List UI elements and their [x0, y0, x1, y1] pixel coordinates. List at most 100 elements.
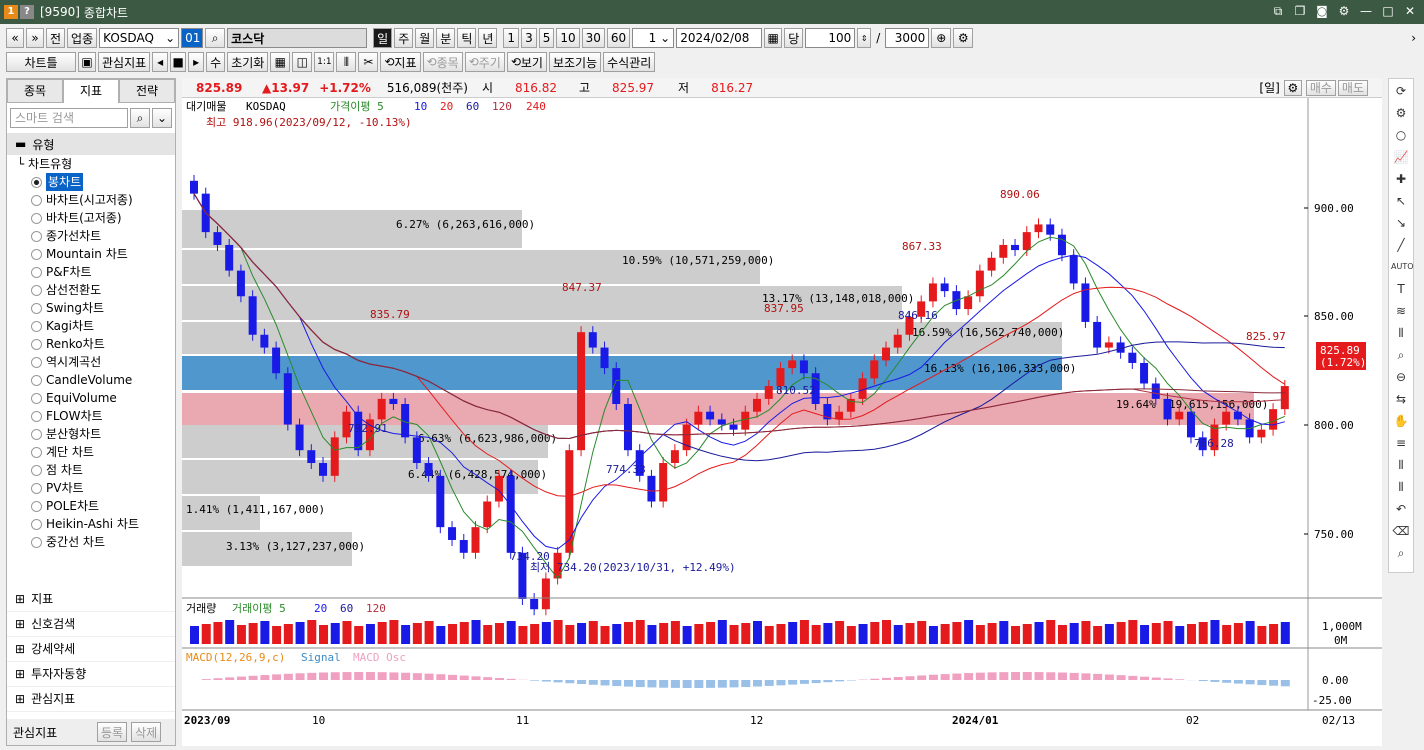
chart-type-item[interactable]: 종가선차트 — [7, 227, 175, 245]
market-select[interactable]: KOSDAQ ⌄ — [99, 28, 180, 48]
period-tick[interactable]: 틱 — [457, 28, 477, 48]
num-3[interactable]: 3 — [521, 28, 537, 48]
chart-type-item[interactable]: P&F차트 — [7, 263, 175, 281]
gear-icon[interactable]: ⚙ — [1391, 103, 1411, 123]
unit-field[interactable]: 1 ⌄ — [632, 28, 675, 48]
chart-type-item[interactable]: 바차트(시고저종) — [7, 191, 175, 209]
layout-icon[interactable]: ◫ — [292, 52, 313, 72]
link-icon[interactable]: ⧉ — [1270, 3, 1286, 19]
chart-type-item[interactable]: Renko차트 — [7, 335, 175, 353]
jongmok-button[interactable]: ⟲ 종목 — [422, 52, 463, 72]
view-button[interactable]: ⟲ 보기 — [506, 52, 547, 72]
chart-type-item[interactable]: EquiVolume — [7, 389, 175, 407]
copy-icon[interactable]: ❐ — [1292, 3, 1308, 19]
chart-type-item[interactable]: 바차트(고저종) — [7, 209, 175, 227]
chart-type-item[interactable]: CandleVolume — [7, 371, 175, 389]
zoom-out-icon[interactable]: ⊖ — [1391, 367, 1411, 387]
line-icon[interactable]: ╱ — [1391, 235, 1411, 255]
indicator-button[interactable]: ⟲ 지표 — [380, 52, 421, 72]
sell-button[interactable]: 매도 — [1337, 79, 1368, 96]
chart-type-item[interactable]: 분산형차트 — [7, 425, 175, 443]
candle-icon[interactable]: ⫴ — [1391, 323, 1411, 343]
upjong-button[interactable]: 업종 — [67, 28, 98, 48]
chart-type-item[interactable]: PV차트 — [7, 479, 175, 497]
chart-frame-button[interactable]: 차트틀 — [6, 52, 76, 72]
fib-icon[interactable]: ≋ — [1391, 301, 1411, 321]
tree-subgroup[interactable]: └ 차트유형 — [7, 155, 175, 173]
maximize-icon[interactable]: □ — [1380, 3, 1396, 19]
grid-icon[interactable]: ▦ — [270, 52, 291, 72]
group-fav[interactable]: ⊞ 관심지표 — [7, 687, 175, 712]
calendar-icon[interactable]: ▦ — [764, 28, 783, 48]
formula-button[interactable]: 수식관리 — [603, 52, 656, 72]
num-5[interactable]: 5 — [538, 28, 555, 48]
chart-type-item[interactable]: Heikin-Ashi 차트 — [7, 515, 175, 533]
tab-jongmok[interactable]: 종목 — [7, 79, 63, 103]
save-icon[interactable]: ▣ — [78, 52, 96, 72]
code-field[interactable]: 01 — [181, 28, 204, 48]
split-icon[interactable]: 1:1 — [314, 52, 335, 72]
settings-icon[interactable]: ⚙ — [953, 28, 974, 48]
zoom-plus-icon[interactable]: ⊕ — [931, 28, 952, 48]
chart-type-item[interactable]: Mountain 차트 — [7, 245, 175, 263]
num-60[interactable]: 60 — [606, 28, 631, 48]
help-icon[interactable]: ? — [20, 5, 34, 19]
period-year[interactable]: 년 — [478, 28, 498, 48]
group-signal[interactable]: ⊞ 신호검색 — [7, 612, 175, 637]
pointer-icon[interactable]: ↘ — [1391, 213, 1411, 233]
chart-type-item[interactable]: 역시계곡선 — [7, 353, 175, 371]
su-button[interactable]: 수 — [206, 52, 226, 72]
compare-icon[interactable]: ⇆ — [1391, 389, 1411, 409]
scroll-right-icon[interactable]: ▸ — [188, 52, 205, 72]
price-chart[interactable]: 6.27% (6,263,616,000) 10.59% (10,571,259,… — [182, 98, 1382, 746]
vbars-icon[interactable]: ⦀ — [1391, 455, 1411, 475]
parallel-icon[interactable]: ≡ — [1391, 433, 1411, 453]
candle-icon[interactable]: ⫴ — [336, 52, 357, 72]
search-input[interactable]: 스마트 검색 — [10, 108, 128, 128]
chart-type-item[interactable]: POLE차트 — [7, 497, 175, 515]
chart-type-item[interactable]: 점 차트 — [7, 461, 175, 479]
period-minute[interactable]: 분 — [436, 28, 456, 48]
num-10[interactable]: 10 — [556, 28, 580, 48]
close-icon[interactable]: ✕ — [1402, 3, 1418, 19]
period-day[interactable]: 일 — [373, 28, 393, 48]
nav-prev-button[interactable]: » — [26, 28, 44, 48]
crosshair-icon[interactable]: ✚ — [1391, 169, 1411, 189]
scroll-left-icon[interactable]: ◂ — [152, 52, 169, 72]
chart-type-item[interactable]: Swing차트 — [7, 299, 175, 317]
nav-first-button[interactable]: « — [6, 28, 24, 48]
chart-type-item[interactable]: Kagi차트 — [7, 317, 175, 335]
gear-icon[interactable]: ⚙ — [1336, 3, 1352, 19]
tab-indicator[interactable]: 지표 — [63, 79, 119, 103]
group-strength[interactable]: ⊞ 강세약세 — [7, 637, 175, 662]
scissors-icon[interactable]: ✂ — [358, 52, 379, 72]
jeon-button[interactable]: 전 — [46, 28, 66, 48]
hand-icon[interactable]: ✋ — [1391, 411, 1411, 431]
reset-button[interactable]: 초기화 — [227, 52, 269, 72]
undo-icon[interactable]: ↶ — [1391, 499, 1411, 519]
cursor-icon[interactable]: ↖ — [1391, 191, 1411, 211]
buy-button[interactable]: 매수 — [1305, 79, 1336, 96]
count-field[interactable]: 100 — [805, 28, 856, 48]
spin-icon[interactable]: ⇕ — [857, 28, 872, 48]
chart-type-item[interactable]: FLOW차트 — [7, 407, 175, 425]
expand-icon[interactable]: ⌄ — [152, 108, 172, 128]
total-field[interactable]: 3000 — [885, 28, 930, 48]
vbars2-icon[interactable]: ⦀ — [1391, 477, 1411, 497]
zoom-icon[interactable]: ⌕ — [1391, 345, 1411, 365]
fav-indicator-button[interactable]: 관심지표 — [98, 52, 151, 72]
chart-type-item[interactable]: 봉차트 — [7, 173, 175, 191]
settings-icon[interactable]: ⚙ — [1283, 79, 1302, 96]
circle-icon[interactable]: ○ — [1391, 125, 1411, 145]
chart-icon[interactable]: 📈 — [1391, 147, 1411, 167]
jugi-button[interactable]: ⟲ 주기 — [464, 52, 505, 72]
text-icon[interactable]: T — [1391, 279, 1411, 299]
erase-icon[interactable]: ⌫ — [1391, 521, 1411, 541]
auto-icon[interactable]: AUTO — [1391, 257, 1414, 277]
num-30[interactable]: 30 — [581, 28, 605, 48]
delete-button[interactable]: 삭제 — [131, 722, 162, 742]
search-button[interactable]: ⌕ — [205, 28, 226, 48]
dang-button[interactable]: 당 — [784, 28, 804, 48]
tree-group-type[interactable]: ▬ 유형 — [7, 133, 175, 155]
register-button[interactable]: 등록 — [97, 722, 128, 742]
